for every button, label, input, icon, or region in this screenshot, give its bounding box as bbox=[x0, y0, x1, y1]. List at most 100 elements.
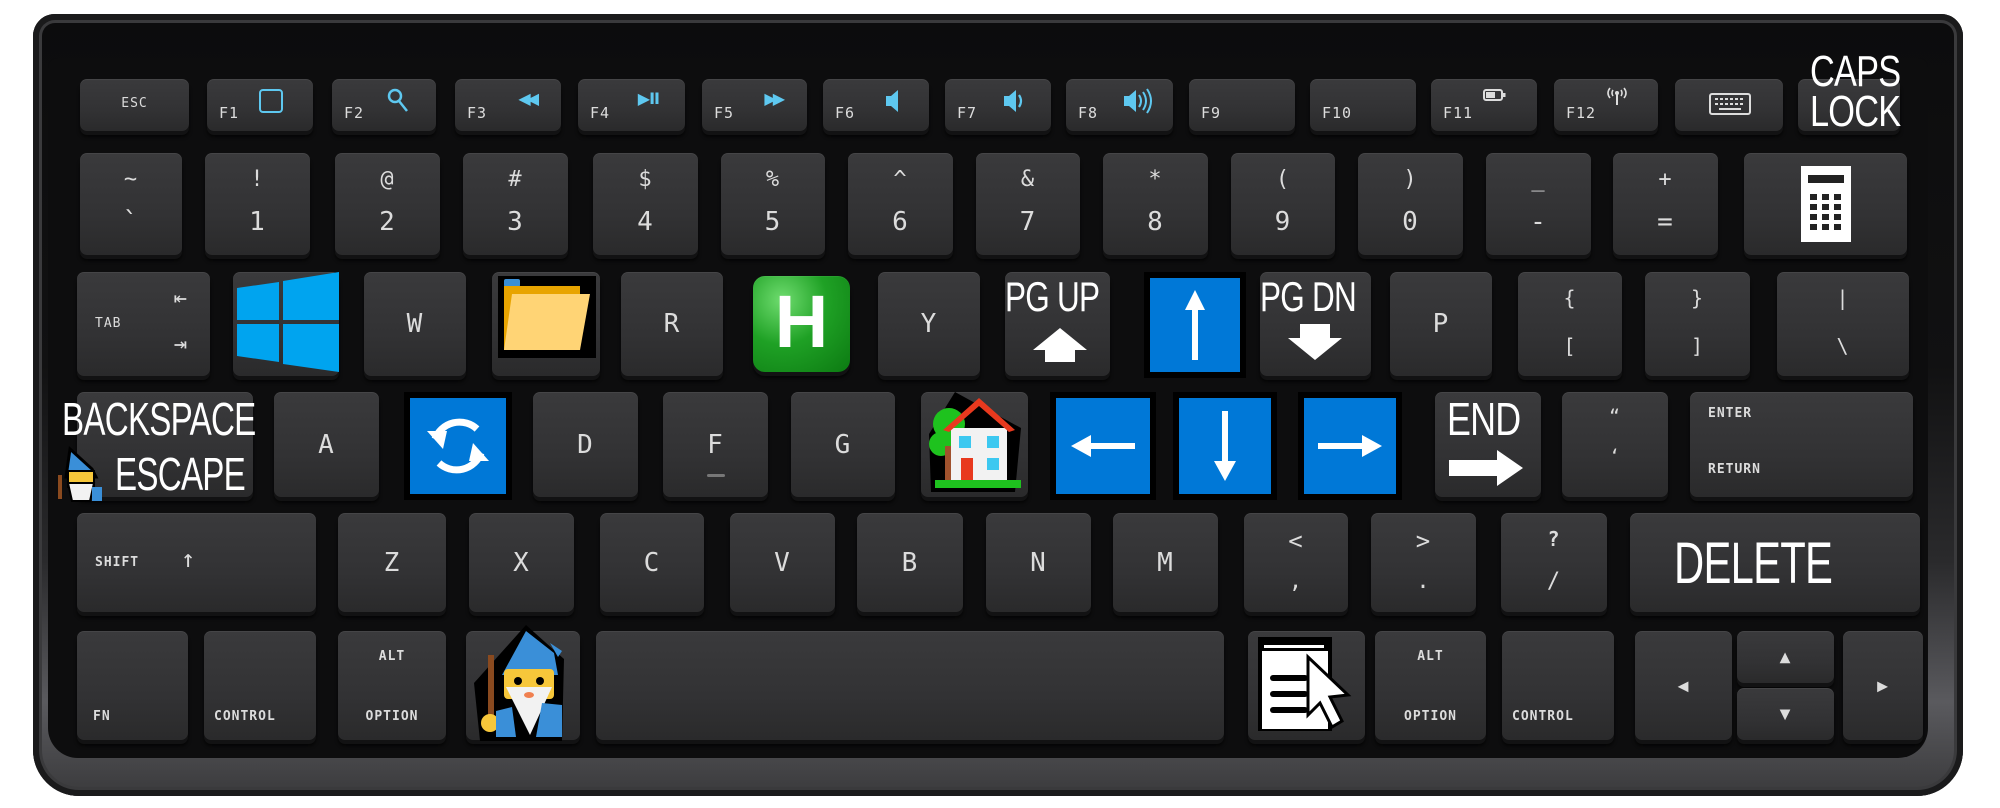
key-shift-label: | bbox=[1836, 286, 1850, 310]
key-number[interactable]: + = bbox=[1613, 153, 1718, 255]
key-f12[interactable]: F12 bbox=[1554, 79, 1658, 131]
key-number[interactable]: ^ 6 bbox=[848, 153, 953, 255]
key-letter[interactable]: Z bbox=[338, 513, 446, 612]
key-letter[interactable]: M bbox=[1113, 513, 1218, 612]
key-label: 2 bbox=[379, 207, 396, 237]
volume-up-icon bbox=[1124, 88, 1152, 114]
key-quote[interactable]: “ ‘ bbox=[1562, 392, 1668, 497]
key-a[interactable]: A bbox=[274, 392, 379, 497]
key-label: 8 bbox=[1147, 207, 1164, 237]
key-arrow-down[interactable] bbox=[1173, 392, 1277, 500]
key-f6[interactable]: F6 bbox=[823, 79, 929, 131]
key-menu[interactable] bbox=[1248, 631, 1365, 740]
key-shift-label: { bbox=[1563, 286, 1577, 310]
backspace-label: BACKSPACE bbox=[62, 393, 256, 445]
arrow-down-bold-icon bbox=[1288, 324, 1342, 360]
key-f[interactable]: F bbox=[663, 392, 768, 497]
key-wizard[interactable] bbox=[466, 625, 580, 741]
key-w[interactable]: W bbox=[364, 272, 466, 376]
key-home[interactable] bbox=[921, 392, 1028, 497]
key-d[interactable]: D bbox=[533, 392, 638, 497]
arrow-up-bold-icon bbox=[1033, 328, 1087, 362]
key-nav-down[interactable]: ▼ bbox=[1737, 688, 1834, 740]
key-arrow-up[interactable] bbox=[1144, 272, 1246, 378]
key-label: F8 bbox=[1078, 104, 1099, 122]
key-number[interactable]: ! 1 bbox=[205, 153, 310, 255]
key-f9[interactable]: F9 bbox=[1189, 79, 1295, 131]
key-f8[interactable]: F8 bbox=[1066, 79, 1173, 131]
key-f5[interactable]: F5 ▶▶ bbox=[702, 79, 807, 131]
key-space[interactable] bbox=[596, 631, 1224, 740]
key-number[interactable]: ~ ` bbox=[80, 153, 182, 255]
key-arrow-left[interactable] bbox=[1050, 392, 1156, 500]
key-comma[interactable]: < , bbox=[1244, 513, 1348, 612]
key-nav-right[interactable]: ▶ bbox=[1843, 631, 1923, 740]
key-enter[interactable]: ENTER RETURN bbox=[1690, 392, 1913, 497]
key-period[interactable]: > . bbox=[1371, 513, 1476, 612]
key-number[interactable]: & 7 bbox=[976, 153, 1080, 255]
key-keyboard[interactable] bbox=[1675, 79, 1783, 131]
key-letter[interactable]: V bbox=[730, 513, 835, 612]
key-shift-label: ) bbox=[1403, 167, 1418, 192]
key-alt-option-right[interactable]: ALT OPTION bbox=[1375, 631, 1486, 740]
key-label: ] bbox=[1690, 334, 1705, 358]
key-f2[interactable]: F2 bbox=[332, 79, 436, 131]
key-nav-left[interactable]: ◀ bbox=[1635, 631, 1732, 740]
key-number[interactable]: % 5 bbox=[721, 153, 825, 255]
key-backslash[interactable]: | \ bbox=[1777, 272, 1909, 376]
key-letter[interactable]: X bbox=[469, 513, 574, 612]
option-label: OPTION bbox=[1404, 709, 1457, 724]
key-alt-option-left[interactable]: ALT OPTION bbox=[338, 631, 446, 740]
key-nav-up[interactable]: ▲ bbox=[1737, 631, 1834, 683]
key-g[interactable]: G bbox=[791, 392, 895, 497]
key-number[interactable]: * 8 bbox=[1103, 153, 1208, 255]
key-shift-label: & bbox=[1020, 167, 1036, 192]
key-calculator[interactable] bbox=[1744, 153, 1907, 255]
key-number[interactable]: $4 bbox=[593, 153, 698, 255]
key-bracket-open[interactable]: { [ bbox=[1518, 272, 1622, 376]
key-f3[interactable]: F3 ◀◀ bbox=[455, 79, 561, 131]
key-f4[interactable]: F4 ▶II bbox=[578, 79, 685, 131]
key-control-right[interactable]: CONTROL bbox=[1502, 631, 1614, 740]
key-control-left[interactable]: CONTROL bbox=[204, 631, 316, 740]
key-label: SHIFT bbox=[95, 555, 140, 570]
key-esc[interactable]: ESC bbox=[80, 79, 189, 131]
key-letter[interactable]: B bbox=[857, 513, 963, 612]
key-number[interactable]: (9 bbox=[1231, 153, 1335, 255]
key-number[interactable]: @2 bbox=[335, 153, 440, 255]
key-label: N bbox=[1030, 547, 1047, 578]
key-letter[interactable]: N bbox=[986, 513, 1091, 612]
key-bracket-close[interactable]: } ] bbox=[1645, 272, 1750, 376]
key-y[interactable]: Y bbox=[878, 272, 980, 376]
key-f11[interactable]: F11 bbox=[1431, 79, 1537, 131]
key-windows[interactable] bbox=[233, 272, 339, 376]
key-arrow-right[interactable] bbox=[1298, 392, 1402, 500]
tab-back-icon: ⇤ bbox=[173, 286, 188, 311]
key-number[interactable]: ) 0 bbox=[1358, 153, 1463, 255]
key-slash[interactable]: ? / bbox=[1501, 513, 1607, 612]
key-delete[interactable]: DELETE bbox=[1630, 513, 1920, 612]
key-p[interactable]: P bbox=[1390, 272, 1492, 376]
key-fn[interactable]: FN bbox=[77, 631, 188, 740]
key-h[interactable]: H bbox=[753, 276, 850, 372]
key-end[interactable]: END bbox=[1435, 392, 1541, 497]
windows-logo-icon bbox=[237, 272, 339, 372]
key-r[interactable]: R bbox=[621, 272, 723, 376]
key-page-down[interactable]: PG DN bbox=[1260, 272, 1371, 376]
key-tab[interactable]: TAB ⇤ ⇥ bbox=[77, 272, 210, 376]
key-f1[interactable]: F1 bbox=[207, 79, 313, 131]
key-sync[interactable] bbox=[404, 392, 512, 500]
folder-icon bbox=[498, 276, 596, 358]
key-folder[interactable] bbox=[492, 272, 600, 376]
key-number[interactable]: #3 bbox=[463, 153, 568, 255]
tab-forward-icon: ⇥ bbox=[173, 332, 188, 357]
key-number[interactable]: _ - bbox=[1486, 153, 1591, 255]
volume-down-icon bbox=[1004, 90, 1023, 112]
key-page-up[interactable]: PG UP bbox=[1005, 272, 1110, 376]
key-f10[interactable]: F10 bbox=[1310, 79, 1416, 131]
key-label: \ bbox=[1836, 334, 1850, 358]
key-letter[interactable]: C bbox=[600, 513, 704, 612]
key-f7[interactable]: F7 bbox=[945, 79, 1051, 131]
h-app-icon: H bbox=[774, 280, 829, 363]
key-shift-left[interactable]: SHIFT ↑ bbox=[77, 513, 316, 612]
